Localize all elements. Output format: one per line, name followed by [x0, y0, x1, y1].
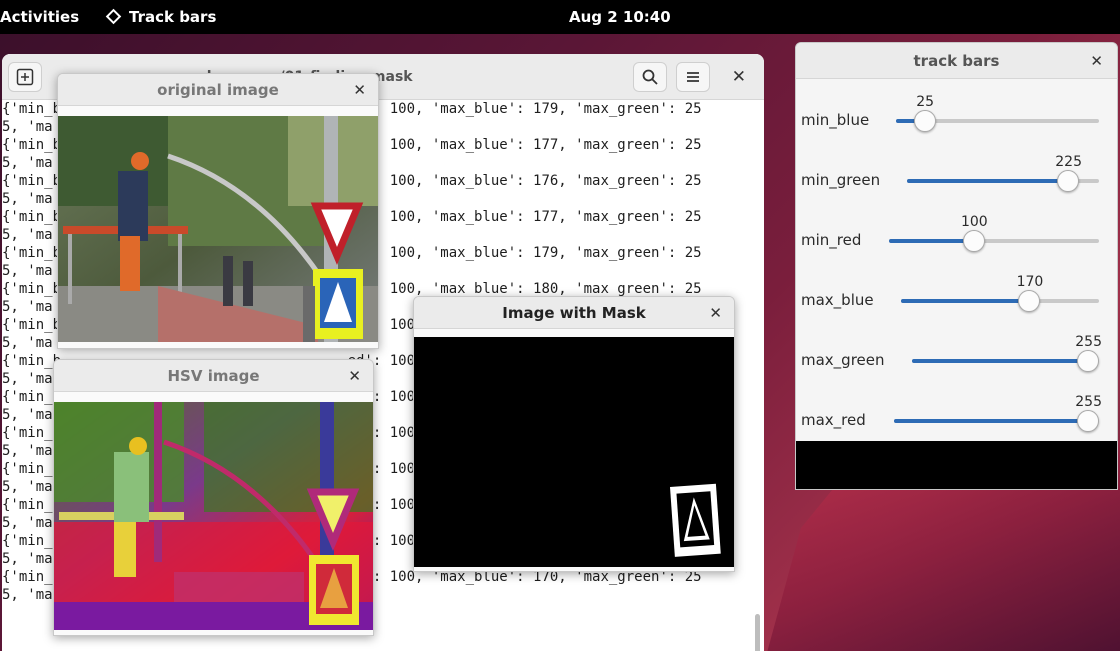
trackbar-slider[interactable] [901, 290, 1099, 312]
close-icon[interactable]: ✕ [709, 297, 722, 329]
trackbar-value: 25 [916, 94, 935, 110]
trackbar-preview-area [796, 441, 1117, 489]
trackbar-min-red: min_red 100 [796, 209, 1117, 269]
trackbar-min-blue: min_blue 25 [796, 89, 1117, 149]
trackbar-label: max_blue [801, 291, 874, 309]
app-menu[interactable]: Track bars [105, 8, 217, 26]
trackbar-slider[interactable] [912, 350, 1099, 372]
hsv-image [54, 402, 373, 630]
trackbar-value: 170 [1016, 274, 1044, 290]
activities-button[interactable]: Activities [0, 8, 79, 26]
trackbar-value: 225 [1055, 154, 1082, 170]
trackbar-value: 255 [1075, 334, 1102, 350]
search-button[interactable] [633, 62, 667, 92]
track-bars-window: track bars ✕ min_blue 25 min_green 225 min_r… [795, 42, 1118, 490]
diamond-icon [105, 8, 122, 24]
window-title: original image [157, 81, 279, 99]
trackbar-fill [901, 299, 1030, 303]
original-image [58, 116, 378, 342]
trackbar-label: max_red [801, 411, 866, 429]
trackbar-value: 255 [1075, 394, 1102, 410]
trackbar-knob[interactable] [1057, 170, 1079, 192]
search-icon [642, 69, 658, 85]
trackbar-knob[interactable] [962, 230, 985, 252]
trackbar-label: min_blue [801, 111, 870, 129]
trackbar-knob[interactable] [1018, 290, 1041, 312]
trackbar-knob[interactable] [913, 110, 936, 132]
menu-button[interactable] [676, 62, 710, 92]
window-title: HSV image [167, 367, 260, 385]
trackbar-label: min_green [801, 171, 881, 189]
trackbar-max-blue: max_blue 170 [796, 269, 1117, 329]
trackbar-max-green: max_green 255 [796, 329, 1117, 389]
mask-image-window: Image with Mask ✕ [413, 296, 735, 572]
trackbar-slider[interactable] [889, 230, 1099, 252]
trackbar-knob[interactable] [1077, 410, 1099, 432]
window-titlebar[interactable]: HSV image ✕ [54, 360, 373, 392]
trackbar-label: max_green [801, 351, 885, 369]
trackbar-fill [912, 359, 1088, 363]
new-tab-icon [16, 68, 34, 86]
trackbar-value: 100 [960, 214, 988, 230]
window-title: Image with Mask [502, 304, 646, 322]
window-title: track bars [913, 52, 1000, 70]
new-tab-button[interactable] [8, 62, 42, 92]
hamburger-menu-icon [687, 72, 699, 82]
trackbar-knob[interactable] [1077, 350, 1099, 372]
trackbar-slider[interactable] [894, 410, 1099, 432]
trackbar-min-green: min_green 225 [796, 149, 1117, 209]
top-bar: Activities Track bars Aug 2 10:40 [0, 0, 1120, 34]
clock[interactable]: Aug 2 10:40 [569, 8, 671, 26]
mask-image [414, 337, 734, 567]
trackbar-label: min_red [801, 231, 862, 249]
window-titlebar[interactable]: track bars ✕ [796, 43, 1117, 79]
trackbar-slider[interactable] [907, 170, 1099, 192]
app-name: Track bars [129, 8, 217, 26]
window-titlebar[interactable]: original image ✕ [58, 74, 378, 106]
trackbar-fill [894, 419, 1088, 423]
close-icon[interactable]: ✕ [353, 74, 366, 106]
original-image-window: original image ✕ [57, 73, 379, 349]
trackbar-slider[interactable] [896, 110, 1099, 132]
close-icon[interactable]: ✕ [348, 360, 361, 392]
hsv-image-window: HSV image ✕ [53, 359, 374, 636]
trackbar-max-red: max_red 255 [796, 389, 1117, 449]
terminal-scrollbar[interactable] [755, 614, 760, 651]
close-icon[interactable]: ✕ [1090, 43, 1103, 79]
window-titlebar[interactable]: Image with Mask ✕ [414, 297, 734, 329]
trackbar-fill [907, 179, 1068, 183]
close-icon[interactable]: ✕ [732, 67, 746, 87]
trackbar-fill [889, 239, 974, 243]
